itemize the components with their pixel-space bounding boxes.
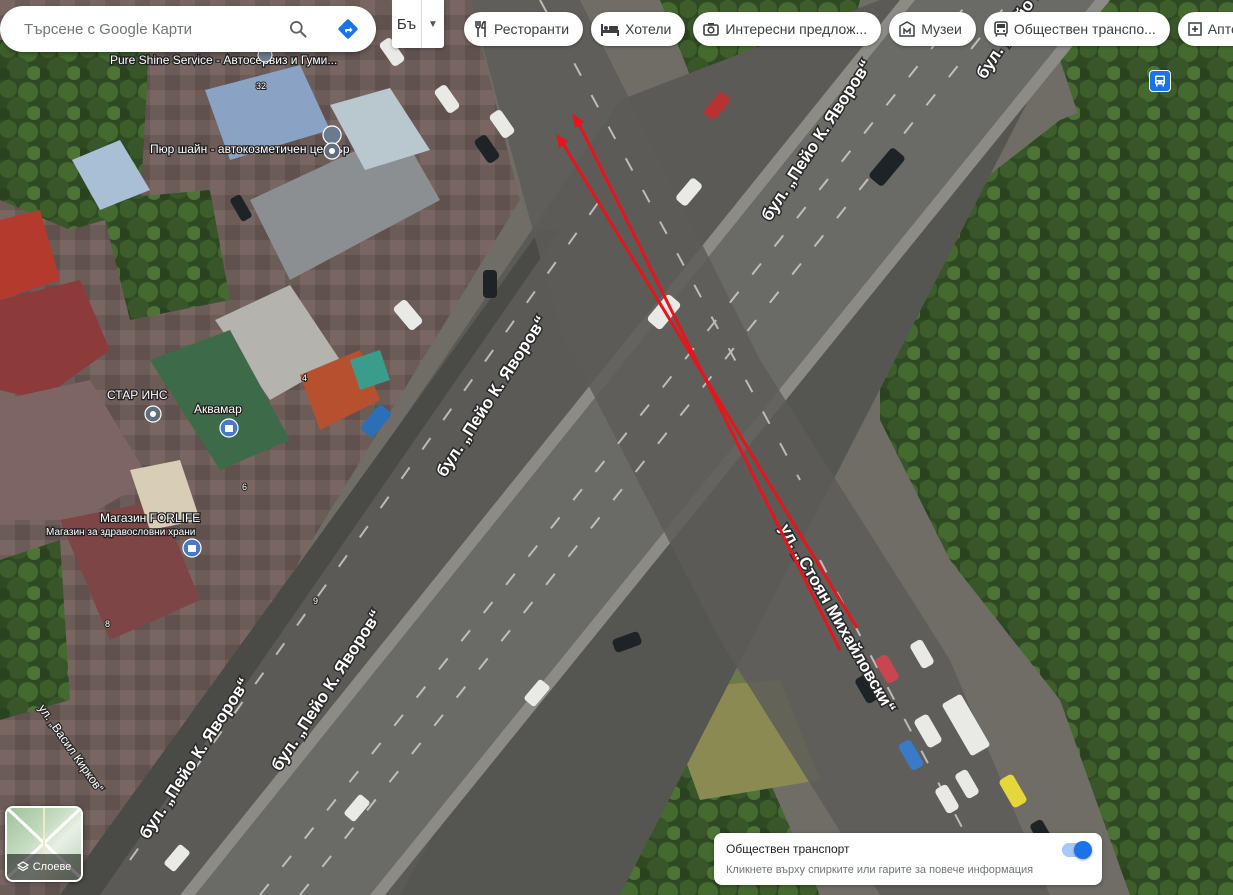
- place-label: Pure Shine Service - Автосервиз и Гуми..…: [110, 53, 337, 67]
- camera-icon: [703, 23, 720, 36]
- shopping-icon[interactable]: [182, 538, 202, 558]
- pin-icon[interactable]: [144, 405, 162, 423]
- transit-icon: [994, 21, 1008, 37]
- chip-hotels[interactable]: Хотели: [591, 12, 686, 46]
- directions-icon: [338, 19, 358, 39]
- transit-toggle[interactable]: [1062, 841, 1092, 859]
- chip-museums[interactable]: Музеи: [889, 12, 976, 46]
- chip-attractions[interactable]: Интересни предлож...: [693, 12, 882, 46]
- directions-button[interactable]: [336, 17, 360, 41]
- toggle-knob: [1074, 841, 1092, 859]
- search-icon: [290, 21, 307, 38]
- chip-label: Апте: [1207, 21, 1233, 37]
- place-label: Магазин за здравословни храни: [46, 527, 195, 538]
- chip-label: Обществен транспо...: [1013, 21, 1156, 37]
- category-chips: Ресторанти Хотели Интересни предлож... М…: [464, 12, 1233, 46]
- restaurant-icon: [475, 21, 486, 37]
- chip-pharmacy[interactable]: Апте: [1177, 12, 1233, 46]
- pharmacy-icon: [1188, 22, 1202, 36]
- search-input[interactable]: [24, 20, 274, 38]
- transit-layer-card: Обществен транспорт Кликнете върху спирк…: [714, 833, 1102, 885]
- transit-card-subtitle: Кликнете върху спирките или гарите за по…: [726, 864, 1034, 876]
- language-selector[interactable]: Бъ ▼: [392, 0, 444, 48]
- bus-icon: [1155, 75, 1165, 87]
- chip-label: Ресторанти: [494, 21, 570, 37]
- layers-button[interactable]: Слоеве: [5, 806, 83, 882]
- place-label: СТАР ИНС: [107, 388, 168, 402]
- house-number: 4: [302, 373, 307, 383]
- house-number: 32: [256, 81, 266, 91]
- chip-label: Музеи: [921, 21, 962, 37]
- place-label: Магазин FORLIFE: [100, 511, 200, 525]
- search-button[interactable]: [286, 17, 310, 41]
- hotel-icon: [601, 24, 620, 36]
- chip-transit[interactable]: Обществен транспо...: [983, 12, 1170, 46]
- bus-stop-marker[interactable]: [1149, 70, 1171, 92]
- place-label: Пюр шайн - автокозметичен център: [150, 142, 350, 156]
- layers-icon: [16, 861, 29, 872]
- chevron-down-icon[interactable]: ▼: [422, 0, 444, 48]
- chip-label: Хотели: [625, 21, 672, 37]
- house-number: 8: [105, 619, 110, 629]
- chip-restaurants[interactable]: Ресторанти: [464, 12, 584, 46]
- house-number: 6: [242, 482, 247, 492]
- place-label: Аквамар: [194, 402, 242, 416]
- layers-label: Слоеве: [32, 861, 72, 873]
- chip-label: Интересни предлож...: [725, 21, 868, 37]
- language-code[interactable]: Бъ: [392, 0, 422, 48]
- layers-label-row: Слоеве: [7, 854, 81, 880]
- transit-card-title: Обществен транспорт: [726, 842, 850, 856]
- museum-icon: [899, 21, 915, 37]
- search-box: [0, 6, 376, 52]
- satellite-map[interactable]: бул. „Пейо К. Яворов“ бул. „Пейо К. Явор…: [0, 0, 1233, 895]
- shopping-icon[interactable]: [219, 418, 239, 438]
- house-number: 9: [313, 596, 318, 606]
